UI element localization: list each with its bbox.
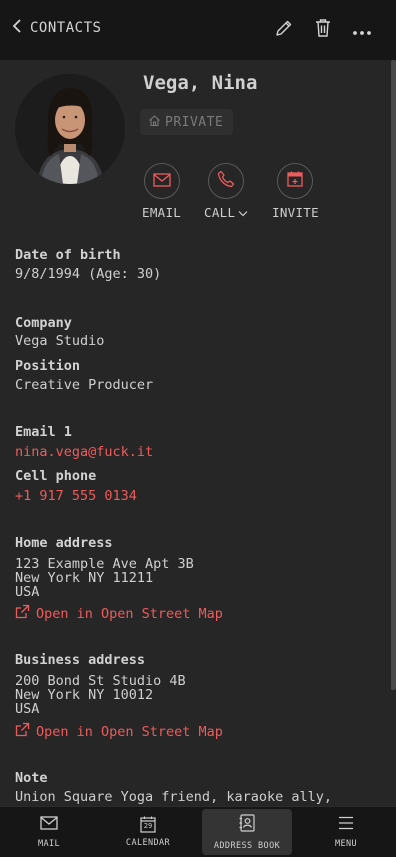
company-label: Company: [15, 315, 72, 331]
nav-mail[interactable]: MAIL: [4, 809, 94, 855]
calendar-plus-icon: [286, 170, 304, 192]
business-address-line-3: USA: [15, 701, 40, 717]
mail-icon: [152, 172, 171, 191]
avatar: [15, 74, 125, 184]
edit-button[interactable]: [272, 18, 296, 42]
phone-label: Cell phone: [15, 468, 97, 484]
business-address-label: Business address: [15, 652, 146, 668]
nav-menu-label: MENU: [334, 839, 358, 849]
email-action-circle: [143, 163, 180, 199]
address-book-icon: [239, 813, 255, 836]
calendar-day: 29: [143, 822, 153, 830]
note-label: Note: [15, 770, 48, 786]
mail-icon: [40, 815, 58, 834]
badge-label: PRIVATE: [165, 114, 224, 130]
trash-icon: [314, 18, 332, 42]
call-action-button[interactable]: CALL: [204, 163, 248, 220]
business-address-line-2: New York NY 10012: [15, 687, 154, 703]
calendar-icon: 29: [140, 816, 156, 833]
company-value: Vega Studio: [15, 333, 105, 349]
phone-link[interactable]: +1 917 555 0134: [15, 489, 137, 503]
call-action-circle: [208, 163, 245, 199]
email-link[interactable]: nina.vega@fuck.it: [15, 445, 153, 459]
more-options-button[interactable]: [350, 18, 374, 42]
call-action-label-row: CALL: [204, 205, 248, 220]
invite-action-label: INVITE: [272, 205, 319, 220]
home-address-label: Home address: [15, 535, 113, 551]
external-link-icon: [15, 722, 30, 741]
invite-action-circle: [277, 163, 314, 199]
back-label: CONTACTS: [30, 20, 102, 36]
chevron-down-icon: [238, 205, 248, 220]
chevron-left-icon: [12, 18, 22, 38]
dob-value: 9/8/1994 (Age: 30): [15, 266, 162, 282]
home-address-line-1: 123 Example Ave Apt 3B: [15, 556, 194, 572]
back-to-contacts-button[interactable]: CONTACTS: [12, 18, 101, 38]
home-address-line-3: USA: [15, 584, 40, 600]
home-icon: [148, 114, 161, 131]
scrollbar[interactable]: [391, 60, 396, 690]
contact-name: Vega, Nina: [143, 72, 258, 94]
business-map-link[interactable]: Open in Open Street Map: [15, 722, 223, 741]
nav-calendar[interactable]: 29 CALENDAR: [103, 809, 193, 855]
phone-icon: [217, 170, 235, 192]
contact-detail: Vega, Nina PRIVATE EMAIL CALL INVITE Dat…: [0, 60, 396, 806]
business-map-label: Open in Open Street Map: [36, 723, 223, 740]
business-address-line-1: 200 Bond St Studio 4B: [15, 673, 186, 689]
home-address-line-2: New York NY 11211: [15, 570, 154, 586]
dob-label: Date of birth: [15, 247, 121, 263]
bottom-navigation: MAIL 29 CALENDAR ADDRESS BOOK MENU: [0, 806, 396, 857]
invite-action-button[interactable]: INVITE: [272, 163, 319, 220]
nav-mail-label: MAIL: [37, 839, 61, 849]
nav-menu[interactable]: MENU: [301, 809, 391, 855]
top-bar: CONTACTS: [0, 0, 396, 60]
nav-address-book-label: ADDRESS BOOK: [213, 840, 281, 851]
note-value: Union Square Yoga friend, karaoke ally,: [15, 789, 332, 805]
pencil-icon: [274, 18, 294, 42]
nav-address-book[interactable]: ADDRESS BOOK: [202, 809, 292, 855]
home-map-label: Open in Open Street Map: [36, 605, 223, 622]
nav-calendar-label: CALENDAR: [125, 838, 171, 848]
email-label: Email 1: [15, 424, 72, 440]
position-value: Creative Producer: [15, 377, 154, 393]
delete-button[interactable]: [311, 18, 335, 42]
external-link-icon: [15, 604, 30, 623]
email-action-label: EMAIL: [142, 205, 182, 220]
call-action-label: CALL: [204, 205, 236, 220]
position-label: Position: [15, 358, 81, 374]
email-action-button[interactable]: EMAIL: [142, 163, 181, 220]
private-badge: PRIVATE: [140, 109, 234, 135]
more-icon: [352, 21, 372, 40]
hamburger-icon: [338, 815, 354, 834]
home-map-link[interactable]: Open in Open Street Map: [15, 604, 223, 623]
